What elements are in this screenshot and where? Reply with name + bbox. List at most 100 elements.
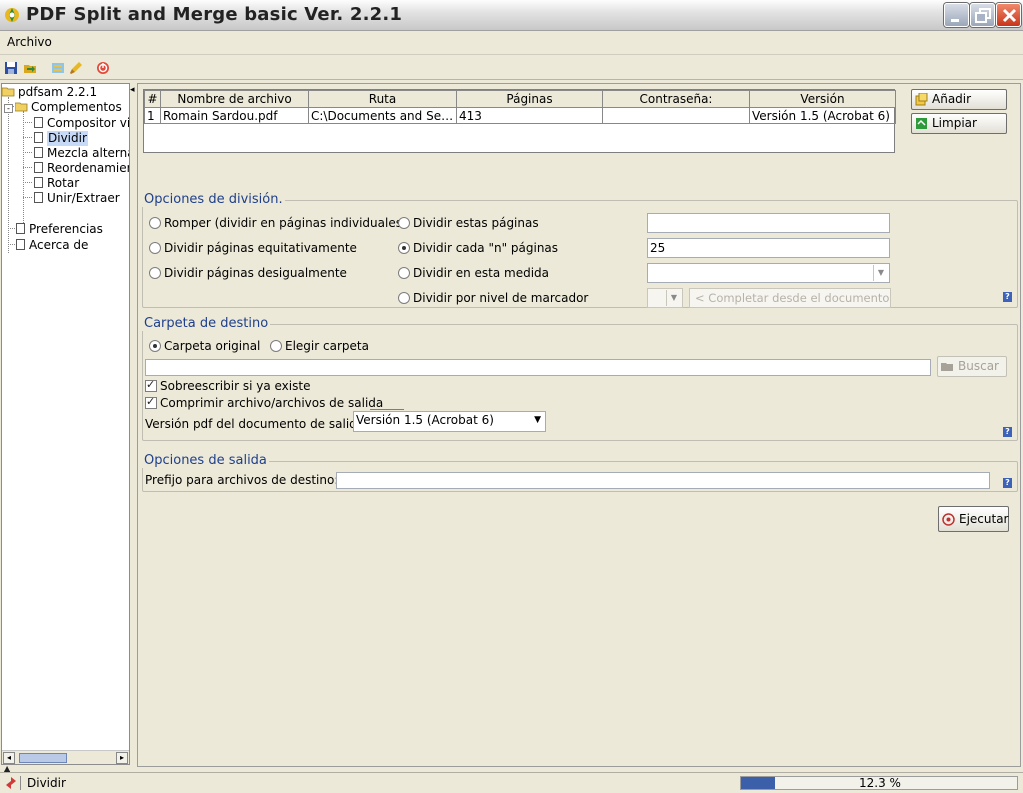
settings-icon[interactable] xyxy=(51,61,65,75)
radio-icon xyxy=(149,242,161,254)
bookmark-level-select[interactable]: ▼ xyxy=(647,288,683,308)
tree-item-preferencias[interactable]: Preferencias xyxy=(16,222,103,237)
radio-every-n[interactable]: Dividir cada "n" páginas xyxy=(398,241,558,255)
collapse-toggle-icon[interactable]: - xyxy=(4,104,13,113)
column-header[interactable]: Ruta xyxy=(308,90,457,108)
save-icon[interactable] xyxy=(4,61,18,75)
radio-icon xyxy=(398,267,410,279)
status-bar: Dividir 12.3 % xyxy=(0,772,1023,793)
folder-open-icon xyxy=(2,87,15,97)
tree-horizontal-scrollbar[interactable]: ◂ ▸ xyxy=(2,750,129,764)
tree-item-compositor[interactable]: Compositor vi xyxy=(34,116,129,131)
document-icon xyxy=(16,223,25,234)
open-icon[interactable] xyxy=(23,61,37,75)
tree-item-acerca-de[interactable]: Acerca de xyxy=(16,238,88,253)
prefix-label: Prefijo para archivos de destino: xyxy=(145,473,339,487)
minimize-icon xyxy=(951,19,959,22)
split-status-icon xyxy=(6,777,16,789)
tree-item-unir-extraer[interactable]: Unir/Extraer xyxy=(34,191,120,206)
column-header[interactable]: Versión xyxy=(749,90,896,108)
prefix-input[interactable] xyxy=(336,472,990,489)
fill-from-document-button[interactable]: < Completar desde el documento xyxy=(689,288,891,308)
column-header[interactable]: Páginas xyxy=(456,90,603,108)
radio-bookmark[interactable]: Dividir por nivel de marcador xyxy=(398,291,588,305)
table-cell: C:\Documents and Sett... xyxy=(308,107,457,124)
run-button[interactable]: Ejecutar xyxy=(938,506,1009,532)
size-select[interactable]: ▼ xyxy=(647,263,890,283)
radio-odd[interactable]: Dividir páginas desigualmente xyxy=(149,266,347,280)
folder-icon xyxy=(941,363,953,371)
run-icon xyxy=(942,513,955,526)
split-plugin-panel: # Nombre de archivo Ruta Páginas Contras… xyxy=(137,83,1021,767)
destination-title: Carpeta de destino xyxy=(142,316,271,331)
exit-icon[interactable] xyxy=(96,61,110,75)
compress-checkbox[interactable]: Comprimir archivo/archivos de salida xyxy=(145,395,383,410)
scroll-left-icon[interactable]: ◂ xyxy=(3,752,15,764)
table-row[interactable]: 1 Romain Sardou.pdf C:\Documents and Set… xyxy=(144,107,896,124)
clear-button[interactable]: Limpiar xyxy=(911,113,1007,134)
scroll-thumb[interactable] xyxy=(19,753,67,763)
every-n-input[interactable]: 25 xyxy=(647,238,890,258)
clear-list-icon xyxy=(916,118,927,129)
clear-icon[interactable] xyxy=(69,61,83,75)
checkbox-checked-icon xyxy=(145,378,157,392)
window-title: PDF Split and Merge basic Ver. 2.2.1 xyxy=(26,4,403,25)
help-icon[interactable]: ? xyxy=(1003,292,1012,302)
radio-even[interactable]: Dividir páginas equitativamente xyxy=(149,241,357,255)
close-button[interactable] xyxy=(996,3,1021,27)
radio-icon xyxy=(270,340,282,352)
menu-archivo[interactable]: Archivo xyxy=(7,35,52,49)
radio-icon xyxy=(398,217,410,229)
radio-these-pages[interactable]: Dividir estas páginas xyxy=(398,216,539,230)
chevron-down-icon: ▼ xyxy=(873,265,888,281)
column-header[interactable]: # xyxy=(144,90,161,108)
help-icon[interactable]: ? xyxy=(1003,427,1012,437)
radio-selected-icon xyxy=(149,340,161,352)
tree-item-reordenamiento[interactable]: Reordenamier xyxy=(34,161,129,176)
status-text: Dividir xyxy=(27,776,66,790)
minimize-button[interactable] xyxy=(944,3,969,27)
pdf-version-select[interactable]: Versión 1.5 (Acrobat 6) ▼ xyxy=(353,411,546,432)
radio-icon xyxy=(398,292,410,304)
toolbar xyxy=(0,56,1023,80)
tree-item-complementos[interactable]: - Complementos xyxy=(4,100,122,115)
divider xyxy=(20,776,21,790)
restore-button[interactable] xyxy=(970,3,995,27)
document-icon xyxy=(34,162,43,173)
overwrite-checkbox[interactable]: Sobreescribir si ya existe xyxy=(145,378,310,393)
radio-icon xyxy=(149,217,161,229)
document-icon xyxy=(16,239,25,250)
radio-choose-folder[interactable]: Elegir carpeta xyxy=(270,339,369,353)
these-pages-input[interactable] xyxy=(647,213,890,233)
pdf-version-label: Versión pdf del documento de salida xyxy=(145,417,365,431)
document-icon xyxy=(34,177,43,188)
tree-item-mezcla[interactable]: Mezcla alterna xyxy=(34,146,129,161)
destination-path-input[interactable] xyxy=(145,359,931,376)
browse-button[interactable]: Buscar xyxy=(937,356,1007,377)
radio-size[interactable]: Dividir en esta medida xyxy=(398,266,549,280)
folder-open-icon xyxy=(15,102,28,112)
table-cell: Romain Sardou.pdf xyxy=(160,107,309,124)
progress-bar: 12.3 % xyxy=(740,776,1018,790)
checkbox-checked-icon xyxy=(145,395,157,409)
add-button[interactable]: Añadir xyxy=(911,89,1007,110)
table-cell: 413 xyxy=(456,107,603,124)
panel-splitter[interactable]: ◂ xyxy=(130,83,136,767)
table-cell xyxy=(602,107,750,124)
radio-burst[interactable]: Romper (dividir en páginas individuales) xyxy=(149,216,407,230)
tree-item-root[interactable]: pdfsam 2.2.1 xyxy=(2,85,97,100)
column-header[interactable]: Nombre de archivo xyxy=(160,90,309,108)
pdfsam-logo-icon xyxy=(5,8,19,22)
column-header[interactable]: Contraseña: xyxy=(602,90,750,108)
radio-original-folder[interactable]: Carpeta original xyxy=(149,339,260,353)
tree-item-dividir[interactable]: Dividir xyxy=(34,131,88,146)
help-icon[interactable]: ? xyxy=(1003,478,1012,488)
file-table[interactable]: # Nombre de archivo Ruta Páginas Contras… xyxy=(143,89,896,153)
document-icon xyxy=(34,192,43,203)
tree-item-rotar[interactable]: Rotar xyxy=(34,176,79,191)
table-cell: 1 xyxy=(144,107,161,124)
collapse-panel-icon[interactable]: ◂ xyxy=(130,85,135,95)
output-options-title: Opciones de salida xyxy=(142,453,269,468)
document-icon xyxy=(34,132,43,143)
scroll-right-icon[interactable]: ▸ xyxy=(116,752,128,764)
